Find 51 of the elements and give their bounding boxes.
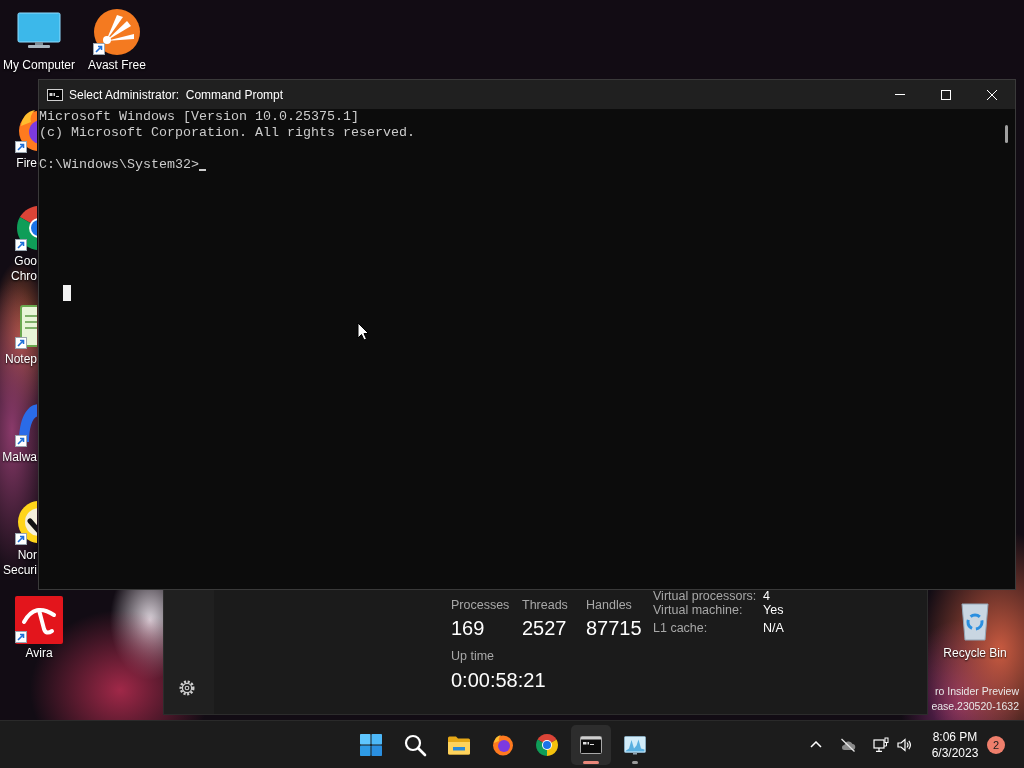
- uptime-value: 0:00:58:21: [451, 668, 546, 693]
- taskbar-app-button[interactable]: [570, 724, 611, 765]
- watermark-text: ro Insider Preview: [934, 684, 1019, 699]
- speaker-icon: [895, 736, 912, 753]
- block-cursor-icon: [63, 285, 71, 301]
- clock-button[interactable]: 8:06 PM 6/3/2023: [925, 724, 985, 765]
- umbrella-icon[interactable]: [15, 596, 63, 644]
- cloud-off-icon: [840, 737, 856, 752]
- stat-value: 2527: [522, 616, 567, 641]
- network-icon: [872, 736, 889, 753]
- watermark-text: ease.230520-1632: [931, 699, 1019, 714]
- detail-value: Yes: [763, 602, 784, 618]
- detail-label: L1 cache:: [653, 620, 709, 636]
- console-output-line: Microsoft Windows [Version 10.0.25375.1]: [39, 109, 359, 125]
- detail-value: 4: [763, 590, 770, 602]
- notification-badge[interactable]: 2: [987, 735, 1005, 754]
- mouse-pointer-icon: [357, 322, 369, 341]
- stat-label: Threads: [522, 597, 568, 613]
- uptime-label: Up time: [451, 648, 495, 664]
- underline-cursor-icon: [198, 169, 206, 171]
- window-title: Select Administrator: Command Prompt: [69, 87, 284, 102]
- stat-value: 169: [451, 616, 485, 641]
- desktop-icon-label[interactable]: Notep: [4, 352, 37, 367]
- flame-globe-icon: [490, 732, 515, 757]
- stat-value: 87715: [586, 616, 642, 641]
- desktop-icon-label[interactable]: Malwa: [2, 450, 37, 465]
- chevron-up-icon: [810, 741, 822, 748]
- desktop-icon-label[interactable]: Fire: [16, 156, 37, 171]
- desktop-icon-label[interactable]: Goo Chro: [11, 254, 37, 284]
- ring-logo-icon: [534, 732, 559, 757]
- stat-label: Processes: [451, 597, 510, 613]
- desktop-icon-label[interactable]: My Computer: [3, 58, 75, 73]
- desktop-icon-label[interactable]: Recycle Bin: [943, 646, 1007, 661]
- console-prompt: C:\Windows\System32>: [39, 157, 199, 173]
- search-icon: [402, 732, 427, 757]
- detail-label: Virtual processors:: [653, 590, 758, 602]
- maximize-icon: [941, 89, 951, 100]
- start-icon: [358, 732, 383, 757]
- desktop-icon-label[interactable]: Avira: [25, 646, 53, 661]
- detail-value: N/A: [763, 620, 784, 636]
- settings-icon[interactable]: [179, 680, 195, 696]
- minimize-icon: [895, 94, 905, 95]
- stat-label: Handles: [586, 597, 632, 613]
- detail-label: Virtual machine:: [653, 603, 744, 618]
- desktop-icon-label[interactable]: Nor Securi: [3, 548, 37, 578]
- desktop-icon-label[interactable]: Avast Free: [88, 58, 146, 73]
- terminal-icon: [47, 88, 63, 101]
- scrollbar-thumb[interactable]: [1005, 125, 1008, 143]
- close-icon: [987, 89, 997, 100]
- rays-logo-icon[interactable]: [93, 8, 141, 56]
- console-output-line: (c) Microsoft Corporation. All rights reserved.: [39, 125, 415, 141]
